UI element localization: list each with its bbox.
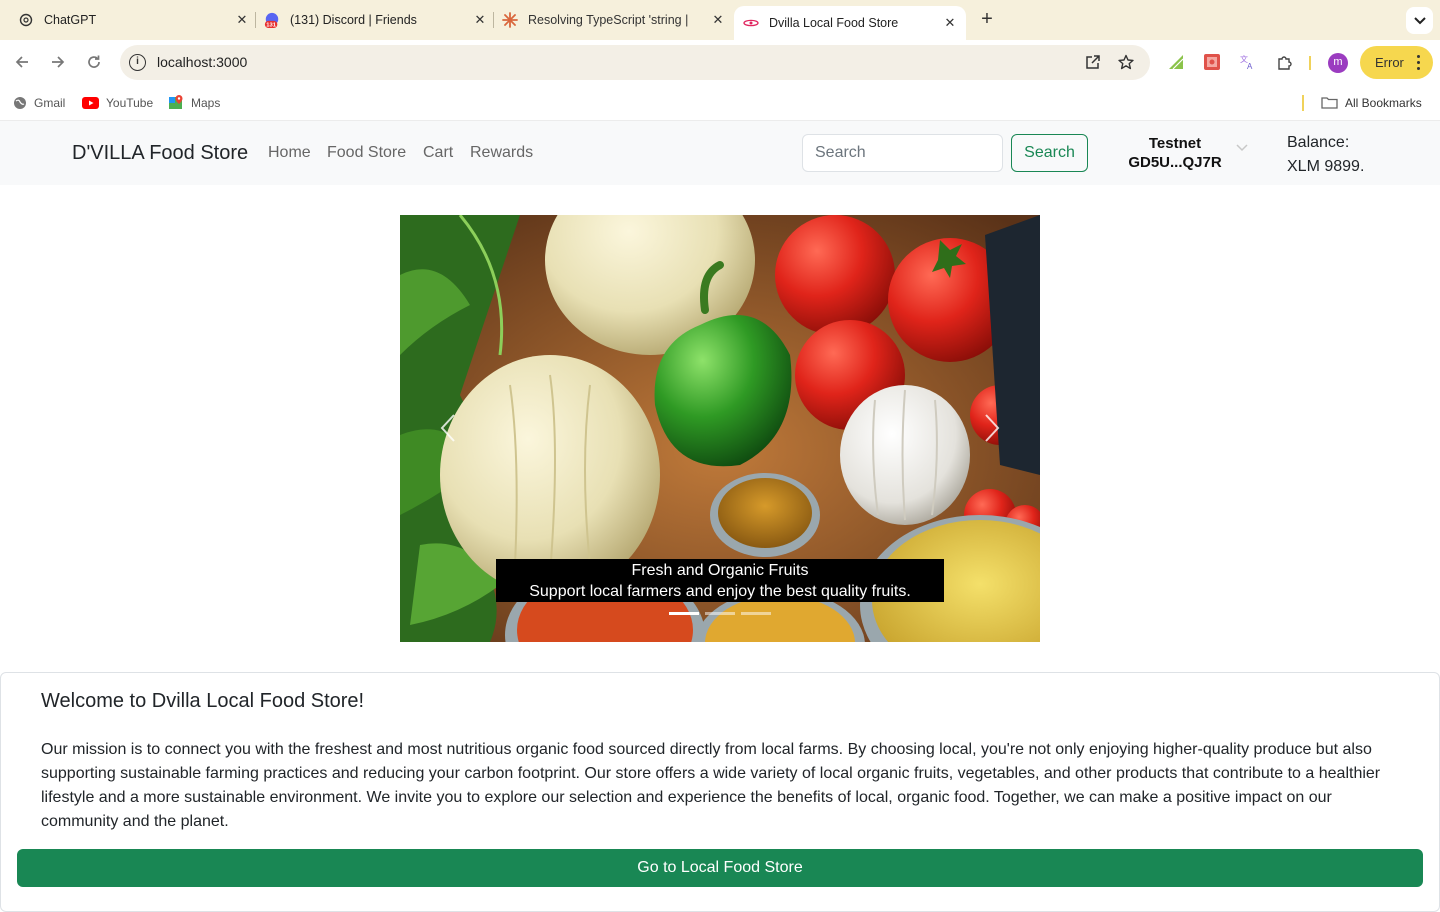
back-button[interactable] <box>10 50 34 74</box>
error-label: Error <box>1375 55 1404 70</box>
maps-icon <box>169 95 184 110</box>
claude-icon <box>502 12 518 28</box>
tab-typescript[interactable]: Resolving TypeScript 'string | ✕ <box>502 0 726 40</box>
tab-title: (131) Discord | Friends <box>290 13 417 27</box>
reload-button[interactable] <box>82 50 106 74</box>
svg-text:131: 131 <box>266 23 276 29</box>
tab-discord[interactable]: 131 (131) Discord | Friends ✕ <box>264 0 488 40</box>
url-text[interactable]: localhost:3000 <box>157 54 247 70</box>
all-bookmarks-button[interactable]: All Bookmarks <box>1321 95 1422 110</box>
reload-icon <box>88 55 100 68</box>
translate-extension-icon[interactable]: 文A <box>1238 52 1258 72</box>
bookmark-label: Gmail <box>34 95 66 110</box>
bookmark-star-icon[interactable] <box>1117 53 1135 71</box>
svg-text:A: A <box>1247 62 1253 71</box>
close-tab-icon[interactable]: ✕ <box>710 12 726 28</box>
close-tab-icon[interactable]: ✕ <box>942 15 958 31</box>
wallet-network: Testnet <box>1148 135 1202 152</box>
site-info-icon[interactable]: i <box>129 54 146 71</box>
toolbar-divider <box>1309 56 1311 70</box>
app-navbar: D'VILLA Food Store Home Food Store Cart … <box>0 121 1440 185</box>
carousel-next-button[interactable] <box>977 413 1007 443</box>
all-bookmarks-label: All Bookmarks <box>1345 95 1422 110</box>
caption-text: Support local farmers and enjoy the best… <box>529 583 911 600</box>
bookmark-youtube[interactable]: YouTube <box>82 95 153 110</box>
nav-link-home[interactable]: Home <box>268 144 311 162</box>
chevron-right-icon <box>985 414 1000 442</box>
youtube-icon <box>82 95 99 110</box>
tab-chatgpt[interactable]: ChatGPT ✕ <box>18 0 250 40</box>
open-in-new-icon[interactable] <box>1084 53 1102 71</box>
search-button[interactable]: Search <box>1011 134 1088 172</box>
bookmark-label: Maps <box>191 95 221 110</box>
arrow-right-icon <box>52 56 65 68</box>
welcome-title: Welcome to Dvilla Local Food Store! <box>41 690 365 712</box>
globe-icon <box>12 95 27 110</box>
signal-extension-icon[interactable] <box>1166 52 1186 72</box>
extensions-puzzle-icon[interactable] <box>1275 52 1295 72</box>
nav-link-rewards[interactable]: Rewards <box>470 144 533 162</box>
gallery-extension-icon[interactable] <box>1202 52 1222 72</box>
balance-display: Balance: XLM 9899. <box>1287 131 1364 179</box>
search-input[interactable] <box>802 134 1003 172</box>
wallet-dropdown[interactable]: Testnet GD5U...QJ7R <box>1110 134 1240 172</box>
discord-icon: 131 <box>264 12 280 29</box>
profile-avatar[interactable]: m <box>1328 53 1348 73</box>
tab-divider <box>255 12 256 28</box>
carousel-indicator-3[interactable] <box>741 612 771 615</box>
carousel-caption: Fresh and Organic Fruits Support local f… <box>496 559 944 602</box>
tab-dvilla-active[interactable]: Dvilla Local Food Store ✕ <box>734 6 966 40</box>
bookmarks-bar: Gmail YouTube Maps All Bookmarks <box>0 85 1440 121</box>
caption-title: Fresh and Organic Fruits <box>631 562 809 579</box>
chevron-down-icon[interactable] <box>1236 144 1248 152</box>
arrow-left-icon <box>15 56 28 68</box>
tab-search-button[interactable] <box>1406 7 1433 34</box>
carousel-indicator-2[interactable] <box>705 612 735 615</box>
react-icon <box>743 15 759 31</box>
balance-label: Balance: <box>1287 134 1350 151</box>
carousel-indicator-1[interactable] <box>669 612 699 615</box>
hero-carousel: Fresh and Organic Fruits Support local f… <box>400 215 1040 642</box>
tab-divider <box>493 12 494 28</box>
nav-link-cart[interactable]: Cart <box>423 144 453 162</box>
carousel-indicators <box>669 612 771 615</box>
error-menu-button[interactable]: Error <box>1360 46 1433 79</box>
kebab-menu-icon <box>1417 55 1420 73</box>
folder-icon <box>1321 95 1338 110</box>
bookmarks-divider <box>1302 95 1304 111</box>
new-tab-button[interactable]: + <box>976 9 998 31</box>
bookmark-label: YouTube <box>106 95 154 110</box>
go-to-store-button[interactable]: Go to Local Food Store <box>17 849 1423 887</box>
tab-title: ChatGPT <box>44 13 97 27</box>
close-tab-icon[interactable]: ✕ <box>472 12 488 28</box>
chevron-down-icon <box>1413 16 1426 24</box>
chevron-left-icon <box>440 414 455 442</box>
brand-logo-text[interactable]: D'VILLA Food Store <box>72 142 248 165</box>
browser-toolbar: i localhost:3000 文A m Error <box>0 40 1440 85</box>
browser-tab-bar: ChatGPT ✕ 131 (131) Discord | Friends ✕ … <box>0 0 1440 40</box>
welcome-text: Our mission is to connect you with the f… <box>41 741 1381 830</box>
close-tab-icon[interactable]: ✕ <box>234 12 250 28</box>
bookmark-maps[interactable]: Maps <box>169 95 220 110</box>
tab-title: Resolving TypeScript 'string | <box>528 13 689 27</box>
forward-button[interactable] <box>46 50 70 74</box>
address-bar[interactable]: i localhost:3000 <box>120 45 1150 80</box>
nav-link-food-store[interactable]: Food Store <box>327 144 406 162</box>
bookmark-gmail[interactable]: Gmail <box>12 95 65 110</box>
balance-value: XLM 9899. <box>1287 158 1365 175</box>
tab-title: Dvilla Local Food Store <box>769 16 899 30</box>
carousel-prev-button[interactable] <box>433 413 463 443</box>
wallet-address: GD5U...QJ7R <box>1128 154 1222 171</box>
chatgpt-icon <box>18 12 34 28</box>
